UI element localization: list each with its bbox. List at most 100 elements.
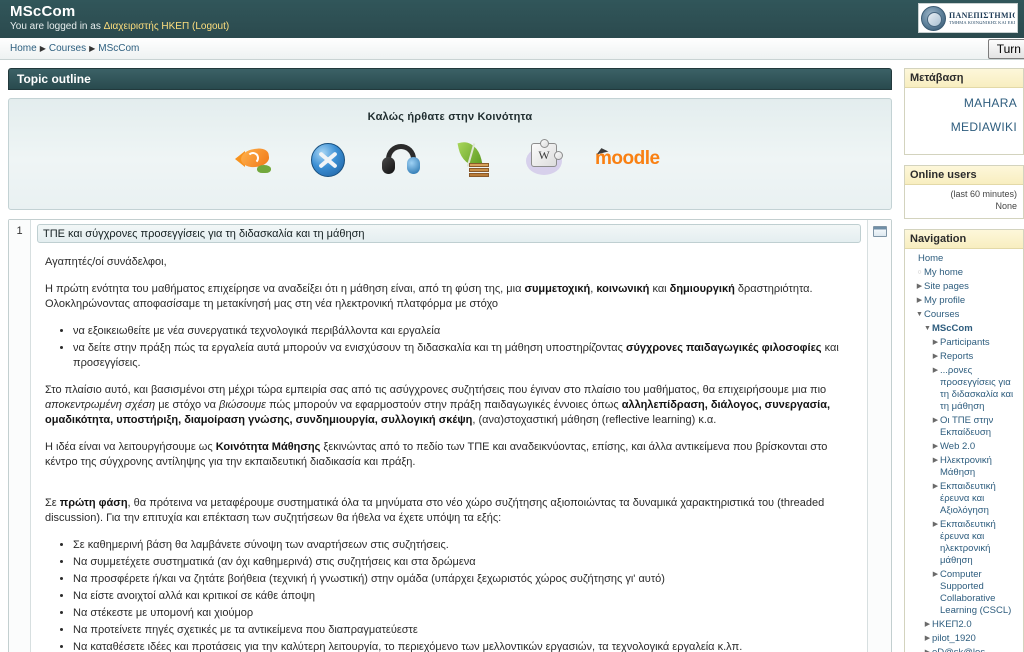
nav-tree-item[interactable]: ▶eD@sk@los: [923, 647, 1020, 652]
user-profile-link[interactable]: Διαχειριστής ΗΚΕΠ: [104, 21, 190, 32]
chevron-right-icon[interactable]: ▶: [931, 481, 940, 493]
nav-tree-item[interactable]: ▶ Computer Supported Collaborative Learni…: [931, 569, 1020, 617]
intro-bold-1: συμμετοχική: [524, 283, 591, 295]
nav-tree-item[interactable]: ▶ Εκπαιδευτική έρευνα και Αξιολόγηση: [931, 481, 1020, 517]
nav-tree-item-label: Home: [918, 253, 944, 264]
section-content: ΤΠΕ και σύγχρονες προσεγγίσεις για τη δι…: [31, 220, 867, 652]
turn-editing-on-button[interactable]: Turn e: [987, 39, 1024, 59]
breadcrumb-item-courses[interactable]: Courses: [49, 43, 86, 54]
chevron-right-icon[interactable]: ▶: [923, 647, 932, 652]
chevron-right-icon[interactable]: ▶: [931, 415, 940, 427]
section-summary-text: Αγαπητές/οί συνάδελφοι, Η πρώτη ενότητα …: [37, 243, 861, 652]
wiki-puzzle-icon: W: [523, 139, 567, 179]
list-item: να εξοικειωθείτε με νέα συνεργατικά τεχν…: [73, 324, 855, 339]
nav-tree-item-label: ΗΚΕΠ2.0: [932, 619, 972, 630]
nav-tree-item[interactable]: ○ My home: [915, 267, 1020, 279]
rss-fish-icon: [235, 139, 279, 179]
chevron-right-icon[interactable]: ▶: [931, 455, 940, 467]
goal-bold: σύγχρονες παιδαγωγικές φιλοσοφίες: [625, 342, 822, 354]
tree-node-icon[interactable]: ○: [915, 267, 924, 279]
nav-tree-item-label: Εκπαιδευτική έρευνα και ηλεκτρονική μάθη…: [940, 519, 996, 566]
online-users-value: None: [995, 201, 1017, 211]
nav-tree-item-label: pilot_1920: [932, 633, 976, 644]
chevron-right-icon[interactable]: ▶: [923, 633, 932, 645]
nav-tree-item[interactable]: ▶ ΗΚΕΠ2.0: [923, 619, 1020, 631]
context-text-c: πώς μπορούν να εφαρμοστούν στην πράξη πα…: [266, 399, 622, 411]
nav-tree-item-label: Reports: [940, 351, 974, 362]
university-logo: ΠΑΝΕΠΙΣΤΗΜΙΟ ΠΕΛΟ ΤΜΗΜΑ ΚΟΙΝΩΝΙΚΗΣ ΚΑΙ Ε…: [918, 3, 1018, 33]
mahara-link[interactable]: MAHARA: [911, 96, 1017, 110]
nav-tree-item[interactable]: Home: [909, 253, 1020, 265]
first-phase-paragraph: Σε πρώτη φάση, θα πρότεινα να μεταφέρουμ…: [45, 496, 855, 526]
chevron-right-icon[interactable]: ▶: [931, 569, 940, 581]
list-item: Να στέκεστε με υπομονή και χιούμορ: [73, 606, 855, 621]
nav-tree-item[interactable]: ▼ MScCom: [923, 323, 1020, 335]
right-sidebar: Μετάβαση MAHARA MEDIAWIKI Online users (…: [900, 60, 1024, 652]
intro-bold-2: κοινωνική: [596, 283, 650, 295]
nav-tree-item[interactable]: ▶ Εκπαιδευτική έρευνα και ηλεκτρονική μάθ…: [931, 519, 1020, 567]
course-section-1: 1 ΤΠΕ και σύγχρονες προσεγγίσεις για τη …: [8, 219, 892, 652]
nav-tree-item[interactable]: ▶ ...ρονες προσεγγίσεις για τη διδασκαλία…: [931, 365, 1020, 413]
site-title: MScCom: [10, 3, 76, 20]
chevron-right-icon[interactable]: ▶: [931, 351, 940, 363]
login-prefix: You are logged in as: [10, 21, 101, 32]
intro-paragraph: Η πρώτη ενότητα του μαθήματος επιχείρησε…: [45, 282, 855, 312]
chevron-right-icon[interactable]: ▶: [931, 365, 940, 377]
headphones-icon: [379, 139, 423, 179]
online-users-period: (last 60 minutes): [950, 189, 1017, 199]
nav-tree-item[interactable]: ▶ My profile: [915, 295, 1020, 307]
greeting-text: Αγαπητές/οί συνάδελφοι,: [45, 256, 167, 268]
chevron-down-icon[interactable]: ▼: [915, 309, 924, 321]
nav-tree-item[interactable]: ▶ pilot_1920: [923, 633, 1020, 645]
context-paragraph: Στο πλαίσιο αυτό, και βασισμένοι στη μέχ…: [45, 383, 855, 428]
section-title[interactable]: ΤΠΕ και σύγχρονες προσεγγίσεις για τη δι…: [37, 224, 861, 243]
chevron-right-icon[interactable]: ▶: [931, 519, 940, 531]
nav-tree-item[interactable]: ▼ Courses: [915, 309, 1020, 321]
chevron-right-icon[interactable]: ▶: [923, 619, 932, 631]
logout-link[interactable]: (Logout): [192, 21, 229, 32]
page-header: MScCom You are logged in as Διαχειριστής…: [0, 0, 1024, 38]
topic-outline-heading: Topic outline: [8, 68, 892, 90]
idea-paragraph: Η ιδέα είναι να λειτουργήσουμε ως Κοινότ…: [45, 440, 855, 470]
nav-tree-item[interactable]: ▶ Ηλεκτρονική Μάθηση: [931, 455, 1020, 479]
context-text-b: με στόχο να: [155, 399, 220, 411]
nav-tree-item-label: MScCom: [932, 323, 973, 334]
context-italic-1: αποκεντρωμένη σχέση: [45, 399, 156, 411]
context-italic-2: βιώσουμε: [219, 399, 267, 411]
wiki-letter: W: [538, 147, 550, 162]
list-item: να δείτε στην πράξη πώς τα εργαλεία αυτά…: [73, 341, 855, 371]
idea-bold: Κοινότητα Μάθησης: [215, 441, 321, 453]
nav-tree-item-label: Computer Supported Collaborative Learnin…: [940, 569, 1012, 616]
book-leaf-icon: [451, 139, 495, 179]
context-text-a: Στο πλαίσιο αυτό, και βασισμένοι στη μέχ…: [45, 384, 827, 396]
nav-tree-item[interactable]: ▶ Site pages: [915, 281, 1020, 293]
nav-tree-item[interactable]: ▶ Web 2.0: [931, 441, 1020, 453]
chevron-right-icon[interactable]: ▶: [931, 441, 940, 453]
nav-tree-item-label: Site pages: [924, 281, 969, 292]
moodle-wordmark-icon: moodle: [595, 146, 665, 172]
mediawiki-link[interactable]: MEDIAWIKI: [911, 120, 1017, 134]
chevron-right-icon[interactable]: ▶: [915, 295, 924, 307]
block-metavasi-body: MAHARA MEDIAWIKI: [905, 88, 1023, 154]
main-content-column: Topic outline Καλώς ήρθατε στην Κοινότητ…: [0, 60, 900, 652]
nav-tree-item-label: Participants: [940, 337, 990, 348]
nav-tree-item-label: Courses: [924, 309, 960, 320]
highlight-section-icon[interactable]: [872, 226, 887, 237]
chevron-right-icon[interactable]: ▶: [915, 281, 924, 293]
page-body: Topic outline Καλώς ήρθατε στην Κοινότητ…: [0, 60, 1024, 652]
nav-tree-item[interactable]: ▶ Participants: [931, 337, 1020, 349]
nav-tree-item[interactable]: ▶ Οι ΤΠΕ στην Εκπαίδευση: [931, 415, 1020, 439]
greeting-paragraph: Αγαπητές/οί συνάδελφοι,: [45, 255, 855, 270]
login-info: You are logged in as Διαχειριστής ΗΚΕΠ (…: [10, 20, 1024, 33]
block-online-users: Online users (last 60 minutes) None: [904, 165, 1024, 219]
intro-text-a: Η πρώτη ενότητα του μαθήματος επιχείρησε…: [45, 283, 525, 295]
chevron-right-icon[interactable]: ▶: [931, 337, 940, 349]
nav-tree-item[interactable]: ▶ Reports: [931, 351, 1020, 363]
list-item: Να είστε ανοιχτοί αλλά και κριτικοί σε κ…: [73, 589, 855, 604]
chevron-down-icon[interactable]: ▼: [923, 323, 932, 335]
idea-text-a: Η ιδέα είναι να λειτουργήσουμε ως: [45, 441, 216, 453]
block-navigation: Navigation Home ○ My home ▶ Site pages ▶ My pr…: [904, 229, 1024, 652]
breadcrumb-item-msccom[interactable]: MScCom: [98, 43, 139, 54]
breadcrumb-item-home[interactable]: Home: [10, 43, 37, 54]
block-online-users-title: Online users: [905, 166, 1023, 185]
